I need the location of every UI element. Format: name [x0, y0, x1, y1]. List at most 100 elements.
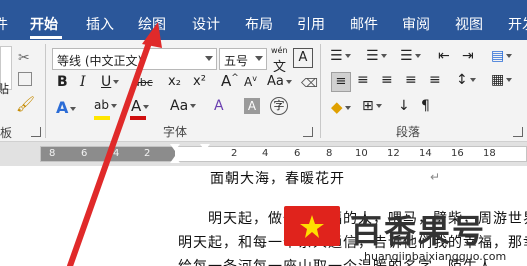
tab-developer[interactable]: 开发	[508, 14, 527, 34]
chevron-down-icon	[70, 106, 77, 111]
align-center-icon[interactable]: ≡	[357, 72, 369, 88]
ruler-number: 4	[113, 148, 120, 159]
copy-icon[interactable]	[18, 72, 32, 86]
tab-home[interactable]: 开始	[30, 14, 58, 34]
tab-stop-marker[interactable]	[200, 144, 210, 151]
paragraph-mark-icon: ↵	[430, 170, 441, 184]
decrease-indent-icon[interactable]: ⇤	[438, 48, 450, 64]
chevron-down-icon	[205, 56, 213, 61]
font-size-value: 五号	[224, 54, 249, 68]
show-marks-icon[interactable]: ¶	[421, 98, 430, 114]
font-dialog-launcher[interactable]	[303, 127, 313, 137]
bold-button[interactable]: B	[57, 74, 68, 90]
chevron-down-icon	[255, 56, 263, 61]
tab-layout[interactable]: 布局	[245, 14, 273, 34]
ruler-number: 2	[144, 148, 151, 159]
superscript-button[interactable]: x²	[193, 74, 206, 89]
text-effects-button[interactable]: A	[56, 98, 77, 117]
paragraph-group-label: 段落	[396, 125, 421, 139]
ruler-number: 4	[262, 148, 269, 159]
chevron-down-icon	[506, 54, 513, 58]
tab-insert[interactable]: 插入	[86, 14, 114, 34]
chevron-down-icon	[414, 54, 421, 58]
justify-icon[interactable]: ≡	[405, 72, 417, 88]
underline-button[interactable]: U	[101, 74, 120, 90]
tab-references[interactable]: 引用	[297, 14, 325, 34]
chevron-down-icon	[143, 104, 150, 109]
tab-mailings[interactable]: 邮件	[350, 14, 378, 34]
chevron-down-icon	[506, 78, 513, 82]
clipboard-dialog-launcher[interactable]	[31, 127, 41, 137]
border-grid-icon[interactable]: ⊞	[362, 98, 382, 114]
chevron-down-icon	[344, 105, 351, 110]
cut-icon[interactable]: ✂	[18, 50, 30, 66]
font-color-button[interactable]: A	[131, 97, 150, 115]
chevron-down-icon	[113, 80, 120, 84]
first-line-indent-marker[interactable]	[170, 144, 180, 151]
phonetic-char: 文	[273, 60, 287, 75]
phonetic-guide-button[interactable]: wén 文	[270, 46, 290, 75]
tab-draw[interactable]: 绘图	[138, 14, 166, 34]
hanging-indent-marker[interactable]	[170, 156, 180, 163]
align-left-icon[interactable]: ≡	[331, 72, 351, 92]
watermark: 百香果号 huangjinbaixiangguo.com	[278, 202, 527, 266]
tab-review[interactable]: 审阅	[402, 14, 430, 34]
align-right-icon[interactable]: ≡	[381, 72, 393, 88]
paste-label[interactable]: 贴	[0, 80, 9, 97]
font-group-label: 字体	[163, 125, 188, 139]
enclose-char-button[interactable]: 字	[270, 97, 288, 115]
distributed-icon[interactable]: ≡	[429, 72, 441, 88]
increase-indent-icon[interactable]: ⇥	[462, 48, 474, 64]
shading-bucket-icon[interactable]: ◆	[331, 98, 351, 116]
underline-glyph: U	[101, 74, 112, 90]
font-case-button[interactable]: Aa	[170, 98, 197, 114]
tab-view[interactable]: 视图	[455, 14, 483, 34]
chevron-down-icon	[190, 104, 197, 108]
ruler-left-margin	[41, 147, 175, 161]
format-painter-icon[interactable]: 🖌	[16, 95, 35, 113]
ruler-number: 6	[294, 148, 301, 159]
font-family-value: 等线 (中文正文)	[57, 54, 143, 68]
ruler-number: 18	[483, 148, 496, 159]
shrink-font-button[interactable]: Av	[244, 74, 257, 89]
line-spacing-icon[interactable]: ↕	[456, 72, 476, 88]
font-color-bar	[130, 116, 146, 120]
multilevel-list-icon[interactable]: ☰	[400, 48, 421, 64]
clear-formatting-icon[interactable]: ⌫	[301, 76, 318, 90]
font-case-glyph: Aa	[170, 98, 189, 114]
paragraph-dialog-launcher[interactable]	[513, 127, 523, 137]
ruler-number: 14	[419, 148, 432, 159]
bullets-icon[interactable]: ☰	[330, 48, 351, 64]
ruler-number: 16	[451, 148, 464, 159]
char-shading-button[interactable]: A	[244, 98, 260, 114]
subscript-button[interactable]: x₂	[168, 74, 181, 89]
highlight-glyph: ab	[94, 98, 109, 112]
char-border-button[interactable]: A	[293, 48, 313, 68]
ruler-number: 10	[355, 148, 368, 159]
ruler-number: 12	[387, 148, 400, 159]
tab-design[interactable]: 设计	[192, 14, 220, 34]
numbering-icon[interactable]: ☰	[366, 48, 387, 64]
tab-file-partial[interactable]: 件	[0, 14, 8, 34]
chevron-down-icon	[375, 104, 382, 108]
text-style-icon[interactable]: A	[214, 98, 224, 114]
font-size-select[interactable]: 五号	[219, 48, 267, 70]
highlight-button[interactable]: ab	[94, 98, 117, 112]
horizontal-ruler[interactable]: 8 6 4 2 2 4 6 8 10 12 14 16 18	[40, 146, 527, 162]
font-family-select[interactable]: 等线 (中文正文)	[52, 48, 217, 70]
highlight-color-bar	[94, 116, 110, 120]
borders-icon[interactable]: ▦	[491, 72, 513, 88]
grow-font-glyph: A	[221, 72, 232, 90]
italic-button[interactable]: I	[80, 74, 86, 90]
chinese-layout-icon[interactable]: ▤	[491, 48, 513, 64]
watermark-brand: 百香果号	[350, 212, 487, 250]
change-case-button[interactable]: Aa	[267, 74, 292, 89]
strikethrough-button[interactable]: abc	[133, 76, 153, 89]
text-effects-glyph: A	[56, 98, 69, 117]
ribbon-home: 贴 ✂ 🖌 板 等线 (中文正文) 五号 wén 文 A B I U abc x…	[0, 40, 527, 142]
ruler-number: 6	[81, 148, 88, 159]
grow-font-button[interactable]: A^	[221, 72, 239, 90]
doc-line: 面朝大海，春暖花开	[210, 171, 345, 187]
group-divider	[45, 44, 46, 138]
sort-icon[interactable]: ↓	[398, 98, 410, 114]
